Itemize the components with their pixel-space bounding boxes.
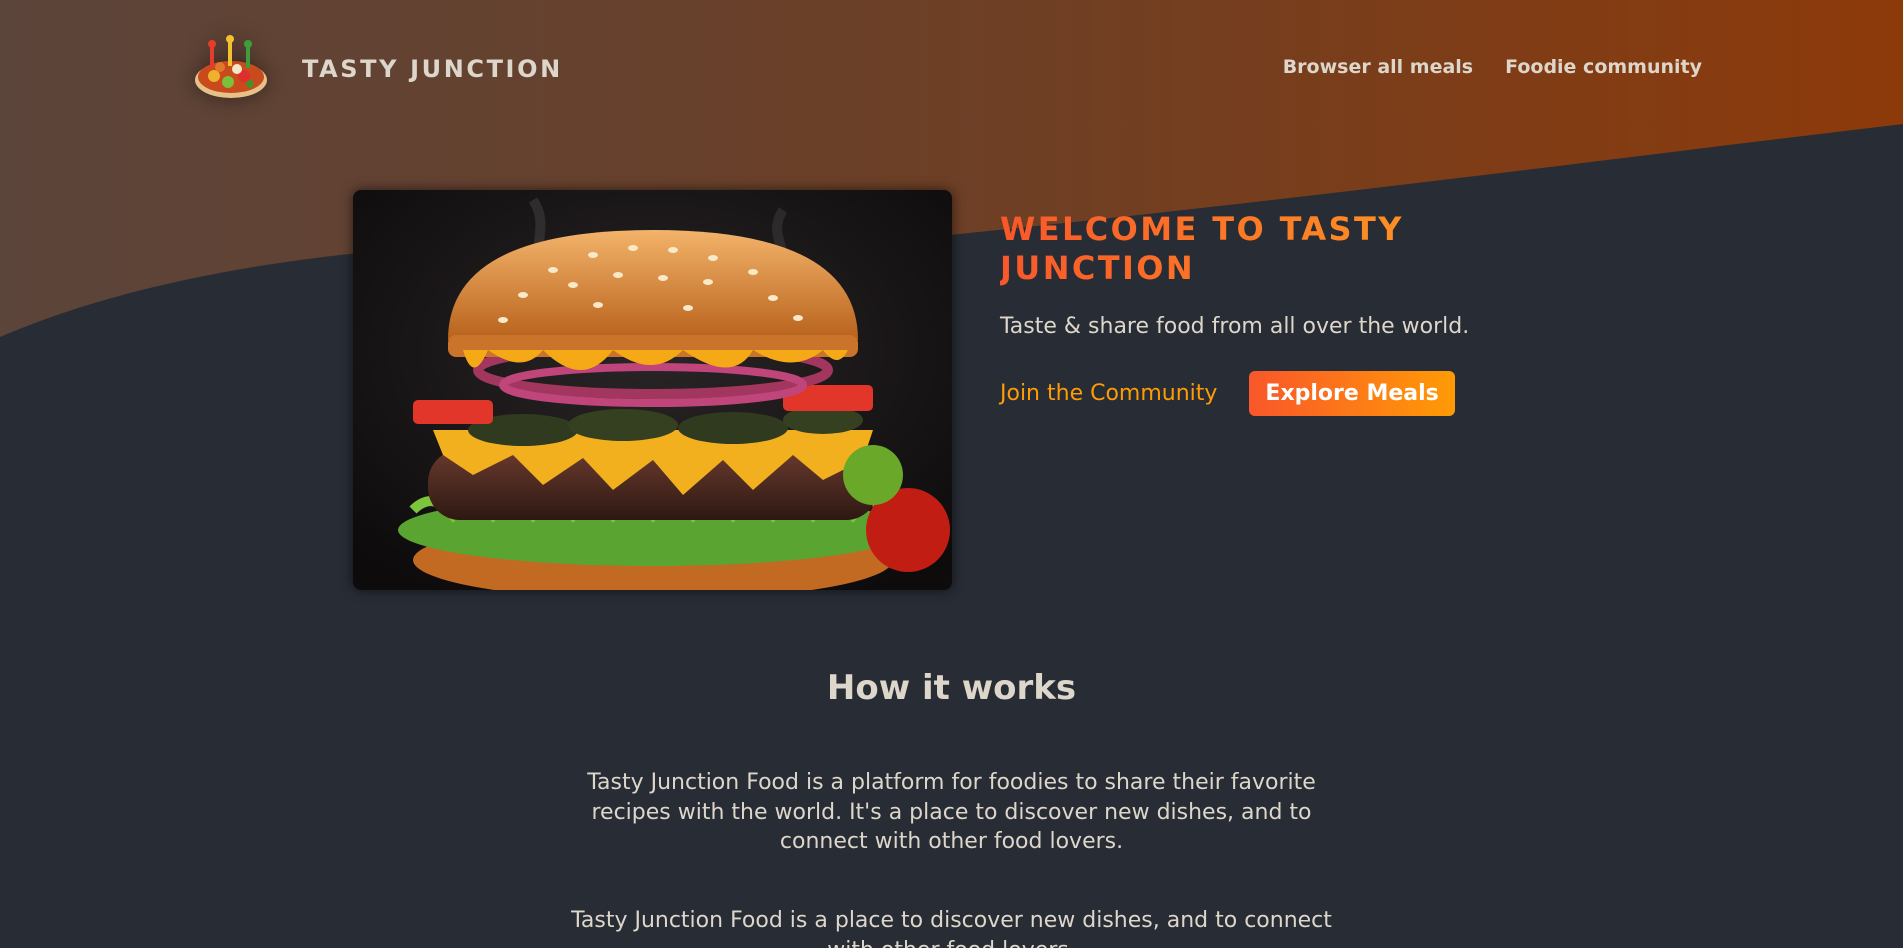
join-community-link[interactable]: Join the Community — [1000, 381, 1217, 406]
nav-link-foodie-community[interactable]: Foodie community — [1505, 56, 1702, 78]
site-header: TASTY JUNCTION Browser all meals Foodie … — [192, 34, 1702, 104]
main-nav: Browser all meals Foodie community — [1283, 56, 1702, 78]
logo-text: TASTY JUNCTION — [302, 55, 563, 83]
page: TASTY JUNCTION Browser all meals Foodie … — [0, 0, 1903, 948]
how-it-works-paragraph-2: Tasty Junction Food is a place to discov… — [571, 908, 1332, 948]
hero-cta: Join the Community Explore Meals — [1000, 371, 1520, 416]
food-plate-logo-icon — [195, 35, 267, 98]
hero-text: WELCOME TO TASTY JUNCTION Taste & share … — [1000, 210, 1520, 416]
burger-photo-icon — [353, 190, 952, 590]
how-it-works-paragraph-1: Tasty Junction Food is a platform for fo… — [587, 770, 1316, 854]
explore-meals-button[interactable]: Explore Meals — [1249, 371, 1455, 416]
nav-link-browse-meals[interactable]: Browser all meals — [1283, 56, 1473, 78]
logo-link[interactable]: TASTY JUNCTION — [192, 34, 563, 104]
how-it-works-heading: How it works — [826, 668, 1077, 708]
hero-title: WELCOME TO TASTY JUNCTION — [1000, 210, 1520, 288]
hero-burger-image — [353, 190, 952, 590]
hero-subtitle: Taste & share food from all over the wor… — [1000, 314, 1470, 339]
